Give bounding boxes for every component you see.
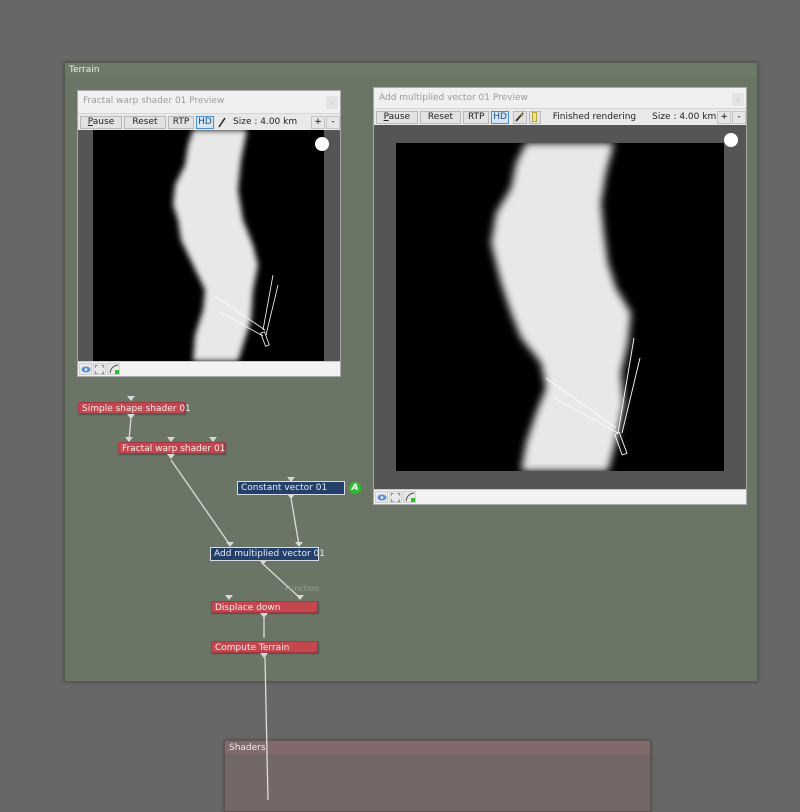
node-compute-terrain[interactable]: Compute Terrain <box>211 641 318 653</box>
node-simple-shape-shader[interactable]: Simple shape shader 01 <box>78 402 191 414</box>
curve-icon[interactable] <box>403 491 416 503</box>
close-button[interactable]: x <box>732 93 744 106</box>
wire-fractal-to-add <box>170 459 231 546</box>
rtp-button[interactable]: RTP <box>168 115 194 129</box>
preview-title: Fractal warp shader 01 Preview <box>83 96 225 106</box>
frame-icon[interactable] <box>389 491 402 503</box>
progress-indicator-icon <box>528 110 541 124</box>
pause-button[interactable]: Pause <box>376 110 418 124</box>
preview-toolbar: Pause Reset RTP HD Size : 4.00 km + - <box>78 113 340 130</box>
pause-label: Pause <box>87 117 115 127</box>
activated-badge: A <box>349 482 361 494</box>
size-label: Size : 4.00 km <box>652 112 717 122</box>
output-port[interactable] <box>260 613 268 618</box>
input-port[interactable] <box>127 396 135 401</box>
output-port[interactable] <box>127 414 135 419</box>
output-port[interactable] <box>259 560 267 565</box>
edge-label-function: Function <box>285 584 320 593</box>
zoom-out-button[interactable]: - <box>326 115 340 129</box>
hd-toggle[interactable]: HD <box>491 110 509 124</box>
output-port[interactable] <box>167 454 175 459</box>
input-port[interactable] <box>225 595 233 600</box>
pause-button[interactable]: Pause <box>80 115 122 129</box>
render-status: Finished rendering <box>552 112 637 122</box>
sun-direction-handle[interactable] <box>315 137 329 151</box>
wire-constant-to-add <box>290 497 300 546</box>
preview-window-fractal-warp[interactable]: Fractal warp shader 01 Preview x Pause R… <box>77 90 341 377</box>
preview-window-add-multiplied[interactable]: Add multiplied vector 01 Preview x Pause… <box>373 87 747 505</box>
heightfield-image <box>491 143 641 471</box>
preview-footer <box>374 489 746 504</box>
output-port[interactable] <box>287 494 295 499</box>
reset-button[interactable]: Reset <box>419 110 462 124</box>
sun-direction-handle[interactable] <box>724 133 738 147</box>
preview-render <box>396 143 724 471</box>
preview-toolbar: Pause Reset RTP HD Finished rendering Si… <box>374 108 746 125</box>
preview-render <box>93 130 324 361</box>
preview-viewport[interactable] <box>374 125 746 489</box>
reset-button[interactable]: Reset <box>124 115 166 129</box>
preview-footer <box>78 361 340 376</box>
size-label: Size : 4.00 km <box>233 117 298 127</box>
node-fractal-warp-shader[interactable]: Fractal warp shader 01 <box>118 442 225 454</box>
input-port[interactable] <box>296 595 304 600</box>
preview-viewport[interactable] <box>78 130 340 361</box>
heightfield-image <box>173 130 279 361</box>
brush-icon[interactable] <box>512 110 527 124</box>
preview-title: Add multiplied vector 01 Preview <box>379 93 528 103</box>
zoom-in-button[interactable]: + <box>717 110 732 124</box>
node-constant-vector[interactable]: Constant vector 01 <box>237 481 345 495</box>
eye-icon[interactable] <box>375 491 388 503</box>
zoom-out-button[interactable]: - <box>732 110 746 124</box>
zoom-in-button[interactable]: + <box>311 115 325 129</box>
pause-label: Pause <box>383 112 411 122</box>
frame-icon[interactable] <box>93 363 106 375</box>
curve-icon[interactable] <box>107 363 120 375</box>
close-button[interactable]: x <box>326 96 338 109</box>
node-add-multiplied-vector[interactable]: Add multiplied vector 01 <box>210 547 325 561</box>
eye-icon[interactable] <box>79 363 92 375</box>
hd-toggle[interactable]: HD <box>196 115 214 129</box>
output-port[interactable] <box>260 653 268 658</box>
wire-compute-out <box>264 656 269 800</box>
node-displace-down[interactable]: Displace down <box>211 601 318 613</box>
brush-icon[interactable] <box>217 116 227 129</box>
rtp-button[interactable]: RTP <box>463 110 490 124</box>
